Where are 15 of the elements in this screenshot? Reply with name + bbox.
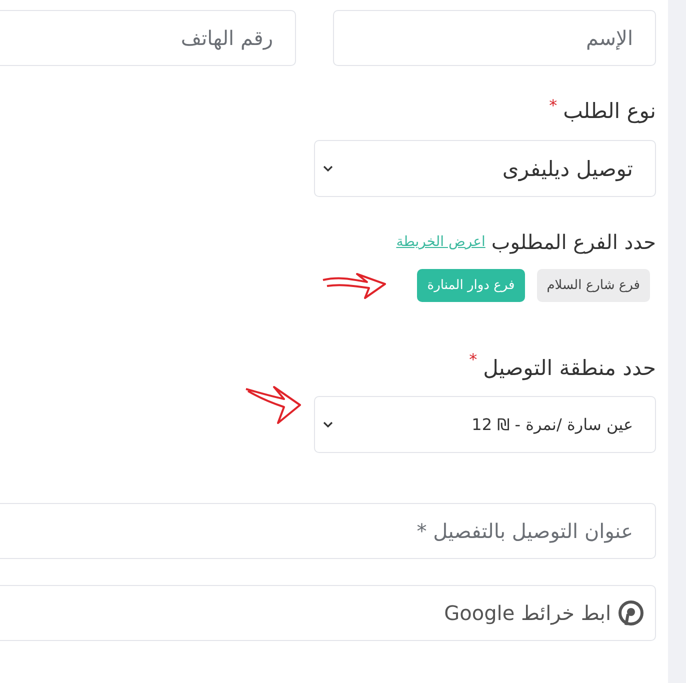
branch-chip[interactable]: فرع شارع السلام: [536, 269, 650, 302]
field-label: حدد منطقة التوصيل: [483, 356, 656, 380]
required-mark: *: [549, 96, 558, 115]
field-label: حدد الفرع المطلوب: [491, 230, 656, 254]
required-mark: *: [469, 350, 478, 369]
maps-link-field[interactable]: ابط خرائط Google: [0, 585, 656, 641]
order-type-select[interactable]: توصيل ديليفرى: [314, 140, 656, 197]
phone-field[interactable]: رقم الهاتف: [0, 10, 296, 66]
delivery-zone-select[interactable]: عين سارة /نمرة - ₪ 12: [314, 396, 656, 453]
location-icon: [616, 598, 646, 628]
field-label: نوع الطلب: [563, 99, 656, 123]
name-field[interactable]: الإسم: [333, 10, 656, 66]
chevron-icon: [323, 421, 333, 428]
address-field[interactable]: عنوان التوصيل بالتفصيل *: [0, 503, 656, 559]
chevron-icon: [323, 165, 333, 172]
